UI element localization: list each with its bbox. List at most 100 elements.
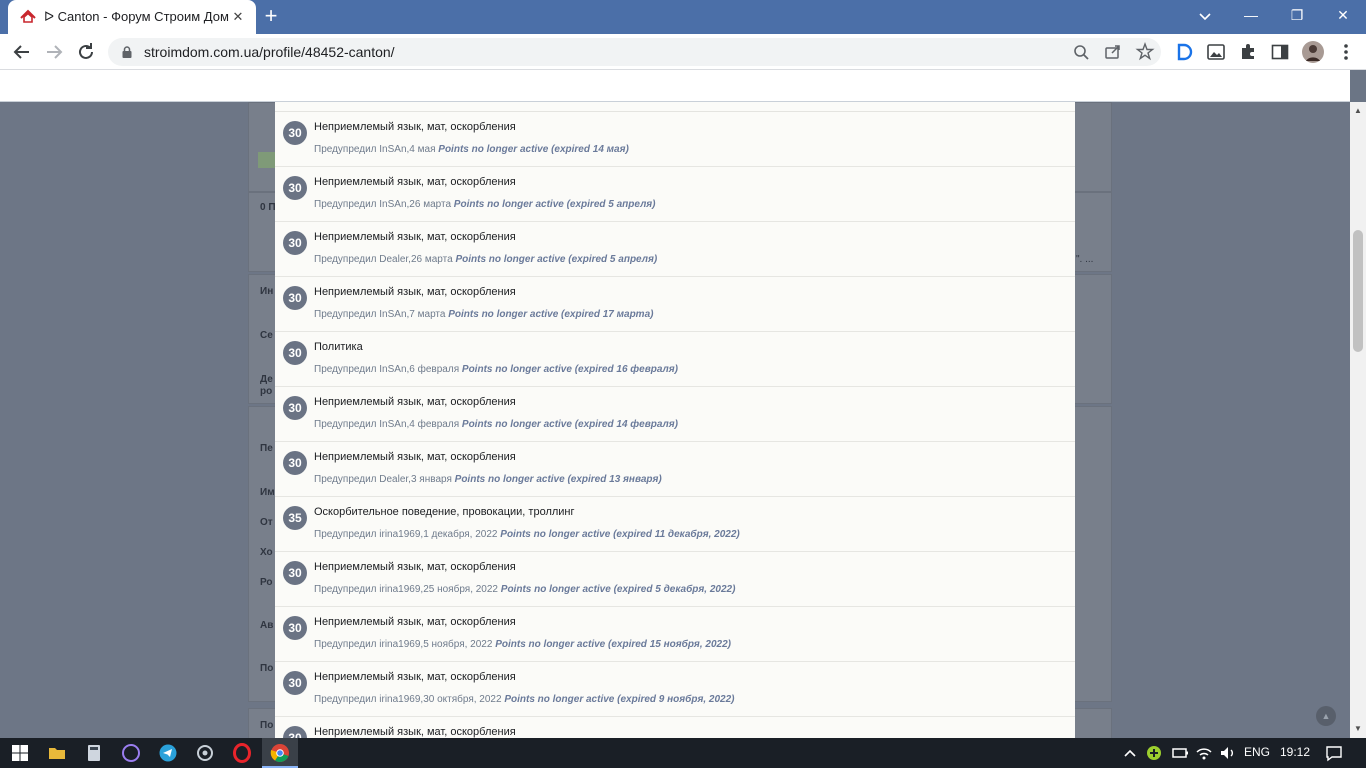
wifi-icon[interactable]: [1194, 743, 1214, 763]
tray-app-icon[interactable]: [1144, 743, 1164, 763]
bg-label: От: [260, 517, 273, 528]
page-scrollbar[interactable]: ▲ ▼: [1350, 102, 1366, 738]
warning-points-badge: 30: [283, 121, 307, 145]
warning-status: Points no longer active (expired 9 ноябр…: [504, 694, 735, 705]
warning-list: 30 Неприемлемый язык, мат, оскорбления Пре…: [275, 112, 1075, 738]
chrome-icon[interactable]: [270, 743, 290, 763]
bg-label: Ро: [260, 577, 273, 588]
warning-issuer-date: Предупредил InSAn,7 марта: [314, 309, 446, 320]
warning-meta: Предупредил InSAn,26 марта Points no lon…: [314, 199, 656, 210]
address-bar[interactable]: stroimdom.com.ua/profile/48452-canton/: [108, 38, 1161, 66]
tray-chevron-up-icon[interactable]: [1120, 743, 1140, 763]
warning-meta: Предупредил irina1969,1 декабря, 2022 Po…: [314, 529, 740, 540]
warning-points-badge: 30: [283, 726, 307, 738]
url-text: stroimdom.com.ua/profile/48452-canton/: [144, 44, 395, 60]
minimize-button[interactable]: —: [1228, 0, 1274, 30]
window-close-button[interactable]: ✕: [1320, 0, 1366, 30]
reload-icon[interactable]: [74, 40, 98, 64]
tab-search-chevron-icon[interactable]: [1198, 9, 1212, 23]
tab-close-icon[interactable]: ✕: [230, 9, 246, 25]
volume-icon[interactable]: [1218, 743, 1238, 763]
profile-avatar[interactable]: [1302, 41, 1324, 63]
warning-reason: Неприемлемый язык, мат, оскорбления: [314, 671, 516, 683]
tab-title: ᐅ Canton - Форум Строим Дом: [44, 9, 229, 24]
browser-tab[interactable]: ᐅ Canton - Форум Строим Дом ✕: [8, 0, 256, 34]
warning-reason: Неприемлемый язык, мат, оскорбления: [314, 616, 516, 628]
warning-issuer-date: Предупредил Dealer,26 марта: [314, 254, 453, 265]
warning-item: 30 Неприемлемый язык, мат, оскорбления Пре…: [275, 222, 1075, 277]
new-tab-button[interactable]: +: [260, 5, 282, 28]
warning-points-badge: 30: [283, 561, 307, 585]
scroll-up-arrow-icon[interactable]: ▲: [1350, 104, 1366, 118]
warning-points-badge: 30: [283, 286, 307, 310]
warning-points-badge: 30: [283, 231, 307, 255]
warning-item: 30 Неприемлемый язык, мат, оскорбления: [275, 717, 1075, 738]
share-icon[interactable]: [1097, 38, 1129, 66]
windows-start-icon[interactable]: [10, 743, 30, 763]
telegram-icon[interactable]: [158, 743, 178, 763]
maximize-button[interactable]: ❐: [1274, 0, 1320, 30]
d-extension-icon[interactable]: [1174, 42, 1194, 62]
warning-points-badge: 35: [283, 506, 307, 530]
warning-issuer-date: Предупредил irina1969,1 декабря, 2022: [314, 529, 498, 540]
warning-meta: Предупредил irina1969,30 октября, 2022 P…: [314, 694, 735, 705]
battery-icon[interactable]: [1170, 743, 1190, 763]
file-explorer-icon[interactable]: [47, 743, 67, 763]
warning-item: 30 Неприемлемый язык, мат, оскорбления Пре…: [275, 112, 1075, 167]
taskbar-clock[interactable]: 19:12: [1280, 745, 1310, 759]
warning-status: Points no longer active (expired 17 март…: [448, 309, 654, 320]
back-arrow-icon[interactable]: [10, 40, 34, 64]
opera-icon[interactable]: [232, 743, 252, 763]
warning-issuer-date: Предупредил irina1969,30 октября, 2022: [314, 694, 502, 705]
bg-label: Ин: [260, 286, 274, 297]
warning-item: 35 Оскорбительное поведение, провокации, …: [275, 497, 1075, 552]
forward-arrow-icon[interactable]: [42, 40, 66, 64]
warning-status: Points no longer active (expired 14 февр…: [461, 419, 678, 430]
warning-issuer-date: Предупредил InSAn,4 февраля: [314, 419, 460, 430]
warning-reason: Неприемлемый язык, мат, оскорбления: [314, 396, 516, 408]
browser-menu-icon[interactable]: [1336, 42, 1356, 62]
bg-label: Ав: [260, 620, 274, 631]
windows-taskbar: ENG 19:12: [0, 738, 1366, 768]
warning-points-badge: 30: [283, 341, 307, 365]
warning-points-badge: 30: [283, 176, 307, 200]
scroll-down-arrow-icon[interactable]: ▼: [1350, 722, 1366, 736]
bg-label: По: [260, 720, 274, 731]
scroll-top-button[interactable]: ▲: [1316, 706, 1336, 726]
warning-issuer-date: Предупредил InSAn,26 марта: [314, 199, 452, 210]
warning-reason: Неприемлемый язык, мат, оскорбления: [314, 726, 516, 738]
app-icon[interactable]: [195, 743, 215, 763]
warning-status: Points no longer active (expired 11 дека…: [500, 529, 740, 540]
notifications-icon[interactable]: [1324, 743, 1344, 763]
calculator-icon[interactable]: [84, 743, 104, 763]
warning-status: Points no longer active (expired 5 апрел…: [453, 199, 656, 210]
warning-item: 30 Неприемлемый язык, мат, оскорбления Пре…: [275, 552, 1075, 607]
side-panel-icon[interactable]: [1270, 42, 1290, 62]
warning-meta: Предупредил irina1969,5 ноября, 2022 Poi…: [314, 639, 731, 650]
warning-status: Points no longer active (expired 16 февр…: [461, 364, 678, 375]
warning-reason: Оскорбительное поведение, провокации, тр…: [314, 506, 575, 518]
warning-item: 30 Неприемлемый язык, мат, оскорбления Пре…: [275, 442, 1075, 497]
warning-status: Points no longer active (expired 5 декаб…: [500, 584, 736, 595]
warning-points-badge: 30: [283, 451, 307, 475]
bg-label: Се: [260, 330, 273, 341]
lock-icon[interactable]: [120, 45, 134, 59]
warning-item: 30 Неприемлемый язык, мат, оскорбления Пре…: [275, 662, 1075, 717]
bg-label: 0 П: [260, 202, 276, 213]
scrollbar-thumb[interactable]: [1353, 230, 1363, 352]
bookmark-star-icon[interactable]: [1129, 38, 1161, 66]
site-header-strip: [0, 70, 1350, 102]
warning-status: Points no longer active (expired 5 апрел…: [455, 254, 658, 265]
warning-item: 30 Неприемлемый язык, мат, оскорбления Пре…: [275, 167, 1075, 222]
browser-toolbar: stroimdom.com.ua/profile/48452-canton/: [0, 34, 1366, 70]
warning-reason: Неприемлемый язык, мат, оскорбления: [314, 231, 516, 243]
modal-header: [275, 102, 1075, 112]
bg-snippet: ". ...: [1076, 254, 1094, 265]
viber-icon[interactable]: [121, 743, 141, 763]
zoom-icon[interactable]: [1065, 38, 1097, 66]
image-extension-icon[interactable]: [1206, 42, 1226, 62]
warning-meta: Предупредил InSAn,4 мая Points no longer…: [314, 144, 629, 155]
bg-label: Пе: [260, 443, 273, 454]
extensions-puzzle-icon[interactable]: [1238, 42, 1258, 62]
language-indicator[interactable]: ENG: [1244, 745, 1270, 759]
